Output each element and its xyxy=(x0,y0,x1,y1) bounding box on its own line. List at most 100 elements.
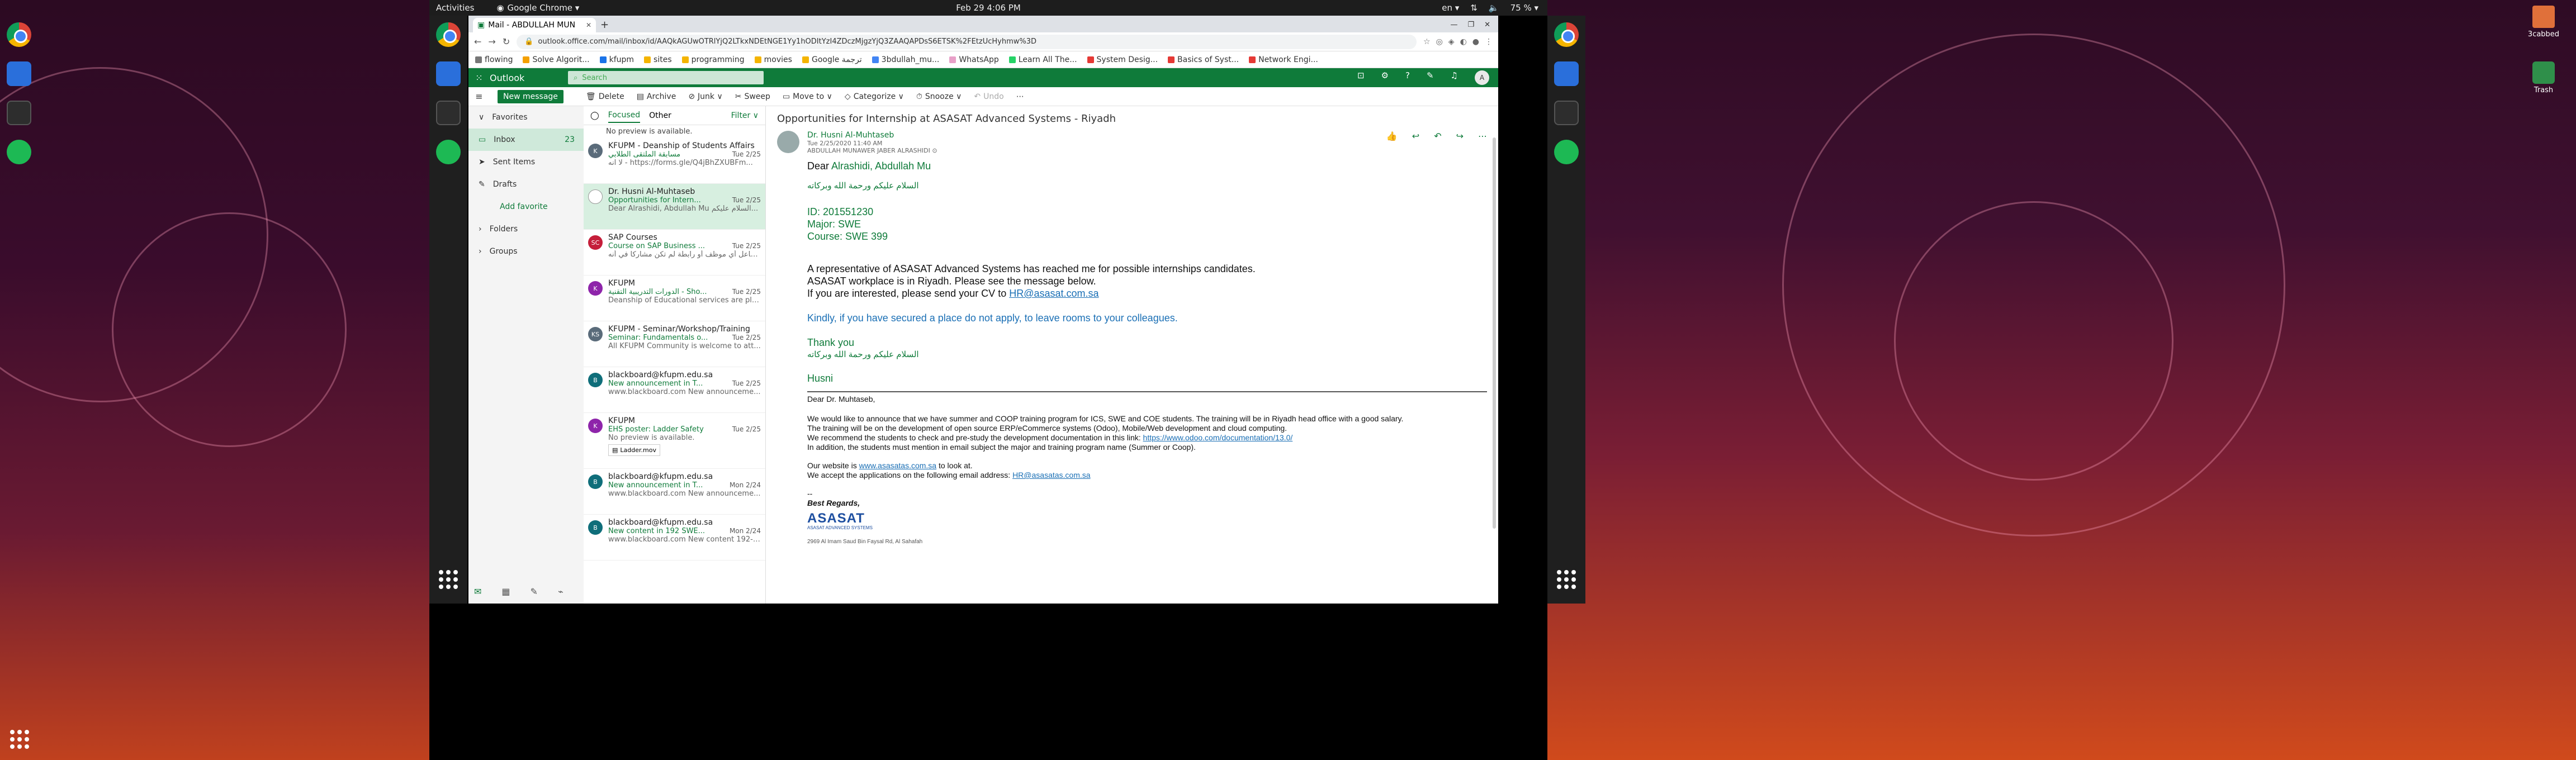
help-icon[interactable]: ? xyxy=(1405,70,1410,85)
tab-other[interactable]: Other xyxy=(649,111,671,120)
search-box[interactable]: ⌕ Search xyxy=(568,71,764,84)
apps-grid-icon[interactable] xyxy=(1557,570,1576,589)
bookmark-item[interactable]: movies xyxy=(754,55,792,64)
settings-gear-icon[interactable]: ⚙ xyxy=(1381,70,1389,85)
folders-header[interactable]: › Folders xyxy=(468,218,584,240)
skype-icon[interactable]: ⊡ xyxy=(1357,70,1365,85)
terminal-icon[interactable] xyxy=(436,101,461,125)
odoo-doc-link[interactable]: https://www.odoo.com/documentation/13.0/ xyxy=(1143,433,1293,442)
more-actions-icon[interactable]: ⋯ xyxy=(1478,131,1487,154)
files-icon[interactable] xyxy=(7,61,31,86)
bookmark-item[interactable]: Network Engi... xyxy=(1249,55,1318,64)
people-icon[interactable]: ✎ xyxy=(531,586,538,597)
bookmark-item[interactable]: 3bdullah_mu... xyxy=(872,55,939,64)
move-to-button[interactable]: ▭ Move to ∨ xyxy=(783,92,832,101)
reading-scrollbar[interactable] xyxy=(1493,137,1496,529)
bookmark-item[interactable]: System Desig... xyxy=(1087,55,1158,64)
tab-outlook[interactable]: ▣ Mail - ABDULLAH MUN ✕ xyxy=(473,18,596,32)
bookmark-item[interactable]: flowing xyxy=(475,55,513,64)
close-tab-icon[interactable]: ✕ xyxy=(586,21,591,29)
close-window-icon[interactable]: ✕ xyxy=(1484,21,1490,29)
snooze-button[interactable]: ⏱ Snooze ∨ xyxy=(916,92,962,101)
list-item[interactable]: Bblackboard@kfupm.edu.sa New announcement… xyxy=(584,469,765,515)
spotify-icon[interactable] xyxy=(1554,140,1579,164)
list-item[interactable]: Dr. Husni Al-Muhtaseb Opportunities for I… xyxy=(584,184,765,230)
outlook-brand[interactable]: Outlook xyxy=(490,73,568,83)
forward-icon[interactable]: ↪ xyxy=(1456,131,1464,154)
folder-drafts[interactable]: ✎ Drafts xyxy=(468,173,584,196)
apps-grid-icon[interactable] xyxy=(10,730,29,749)
bookmark-item[interactable]: WhatsApp xyxy=(949,55,999,64)
app-launcher-icon[interactable]: ⁙ xyxy=(468,73,490,83)
tab-focused[interactable]: Focused xyxy=(608,108,641,123)
profile-icon[interactable]: ● xyxy=(1472,37,1479,46)
groups-header[interactable]: › Groups xyxy=(468,240,584,263)
more-commands-icon[interactable]: ⋯ xyxy=(1016,92,1024,101)
new-tab-icon[interactable]: + xyxy=(600,19,609,32)
terminal-icon[interactable] xyxy=(7,101,31,125)
calendar-icon[interactable]: ▦ xyxy=(501,586,510,597)
files-icon[interactable] xyxy=(1554,61,1579,86)
minimize-icon[interactable]: — xyxy=(1450,21,1457,29)
bookmark-item[interactable]: programming xyxy=(681,55,745,64)
bookmark-item[interactable]: kfupm xyxy=(599,55,634,64)
add-favorite-link[interactable]: Add favorite xyxy=(468,196,584,218)
spotify-icon[interactable] xyxy=(7,140,31,164)
system-tray[interactable]: en ▾ ⇅ 🔈 75 % ▾ xyxy=(1442,3,1538,13)
terminal-icon[interactable] xyxy=(1554,101,1579,125)
folder-sent[interactable]: ➤ Sent Items xyxy=(468,151,584,173)
back-icon[interactable]: ← xyxy=(474,36,481,47)
apply-email-link[interactable]: HR@asasatas.com.sa xyxy=(1012,471,1090,479)
list-item[interactable]: Bblackboard@kfupm.edu.sa New announcement… xyxy=(584,367,765,413)
address-bar[interactable]: 🔒 outlook.office.com/mail/inbox/id/AAQkA… xyxy=(517,34,1417,49)
sweep-button[interactable]: ✂ Sweep xyxy=(735,92,770,101)
files-icon[interactable] xyxy=(436,61,461,86)
bookmark-item[interactable]: Solve Algorit... xyxy=(523,55,590,64)
chrome-icon[interactable] xyxy=(7,22,31,47)
maximize-icon[interactable]: ❐ xyxy=(1467,21,1474,29)
extension-icon[interactable]: ◎ xyxy=(1436,37,1443,46)
list-item[interactable]: K KFUPM الدورات التدريبية التقنية - Sho...… xyxy=(584,276,765,321)
bookmark-item[interactable]: sites xyxy=(644,55,672,64)
list-item[interactable]: K KFUPM EHS poster: Ladder Safety Tue 2/25 N… xyxy=(584,413,765,469)
bookmark-item[interactable]: Learn All The... xyxy=(1008,55,1077,64)
undo-button[interactable]: ↶ Undo xyxy=(974,92,1003,101)
list-item[interactable]: SC SAP Courses Course on SAP Business ... T… xyxy=(584,230,765,276)
list-item[interactable]: K KFUPM - Deanship of Students Affairs مسا… xyxy=(584,138,765,184)
mail-icon[interactable]: ✉ xyxy=(474,586,481,597)
list-item[interactable]: Bblackboard@kfupm.edu.sa New content in 1… xyxy=(584,515,765,560)
categorize-button[interactable]: ◇ Categorize ∨ xyxy=(845,92,904,101)
notifications-bell-icon[interactable]: ♫ xyxy=(1451,70,1458,85)
attach-icon[interactable]: ⌁ xyxy=(558,586,564,597)
language-indicator[interactable]: en ▾ xyxy=(1442,3,1459,13)
reload-icon[interactable]: ↻ xyxy=(503,36,510,47)
extension-icon[interactable]: ◐ xyxy=(1460,37,1467,46)
spotify-icon[interactable] xyxy=(436,140,461,164)
battery-status[interactable]: 75 % ▾ xyxy=(1510,3,1538,13)
menu-icon[interactable]: ⋮ xyxy=(1485,37,1493,46)
list-item[interactable]: KS KFUPM - Seminar/Workshop/Training Semin… xyxy=(584,321,765,367)
filter-button[interactable]: Filter ∨ xyxy=(731,111,759,120)
favorites-header[interactable]: ∨ Favorites xyxy=(468,106,584,129)
chrome-icon[interactable] xyxy=(1554,22,1579,47)
clock[interactable]: Feb 29 4:06 PM xyxy=(956,3,1021,13)
bookmark-item[interactable]: Basics of Syst... xyxy=(1168,55,1239,64)
like-icon[interactable]: 👍 xyxy=(1386,131,1398,154)
whats-new-icon[interactable]: ✎ xyxy=(1427,70,1434,85)
hr-email-link[interactable]: HR@asasat.com.sa xyxy=(1009,288,1098,299)
bookmark-star-icon[interactable]: ☆ xyxy=(1423,37,1431,46)
reply-icon[interactable]: ↩ xyxy=(1412,131,1419,154)
recipient[interactable]: ABDULLAH MUNAWER JABER ALRASHIDI ⊙ xyxy=(807,147,937,154)
extension-icon[interactable]: ◈ xyxy=(1448,37,1455,46)
account-avatar[interactable]: A xyxy=(1475,70,1489,85)
desktop-trash[interactable]: Trash xyxy=(2521,61,2566,94)
new-message-button[interactable]: New message xyxy=(498,89,564,103)
bookmark-item[interactable]: Google ترجمة xyxy=(802,55,862,64)
select-all-icon[interactable]: ◯ xyxy=(590,111,599,120)
attachment-chip[interactable]: ▤ Ladder.mov xyxy=(608,444,660,456)
chrome-icon[interactable] xyxy=(436,22,461,47)
archive-button[interactable]: ▤ Archive xyxy=(637,92,676,101)
apps-grid-icon[interactable] xyxy=(439,570,458,589)
reply-all-icon[interactable]: ↶ xyxy=(1434,131,1441,154)
desktop-folder[interactable]: 3cabbed xyxy=(2521,6,2566,39)
